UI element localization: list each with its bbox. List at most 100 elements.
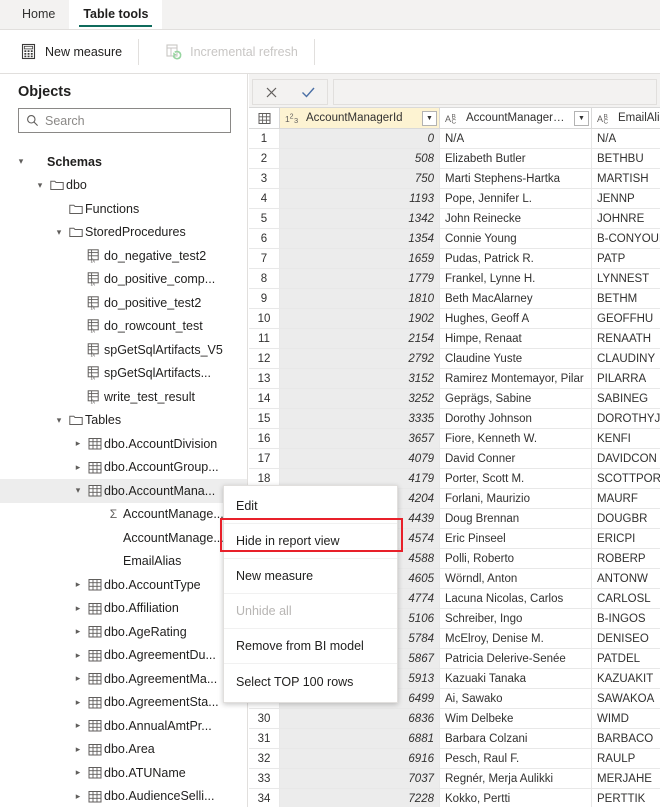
column-filter-button-accountmanagername[interactable]: ▼ bbox=[574, 110, 589, 126]
cell-accountmanagername[interactable]: Frankel, Lynne H. bbox=[440, 269, 592, 288]
tree-item-do-positive-comp[interactable]: fx do_positive_comp... bbox=[0, 268, 247, 292]
cell-emailalias[interactable]: CARLOSL bbox=[592, 589, 660, 608]
formula-input[interactable] bbox=[333, 79, 657, 105]
cell-emailalias[interactable]: SABINEG bbox=[592, 389, 660, 408]
tree-item-dbo-audienceselli[interactable]: ▸ dbo.AudienceSelli... bbox=[0, 785, 247, 807]
cell-accountmanagername[interactable]: Pudas, Patrick R. bbox=[440, 249, 592, 268]
tree-item-dbo-accountmana[interactable]: ▾ dbo.AccountMana... bbox=[0, 479, 247, 503]
cell-emailalias[interactable]: MARTISH bbox=[592, 169, 660, 188]
tree-item-dbo-affiliation[interactable]: ▸ dbo.Affiliation bbox=[0, 597, 247, 621]
cell-accountmanagerid[interactable]: 4079 bbox=[280, 449, 440, 468]
table-row[interactable]: 5 1342 John Reinecke JOHNRE bbox=[249, 209, 660, 229]
cell-accountmanagername[interactable]: Elizabeth Butler bbox=[440, 149, 592, 168]
cell-emailalias[interactable]: JENNP bbox=[592, 189, 660, 208]
cell-emailalias[interactable]: PATDEL bbox=[592, 649, 660, 668]
cell-accountmanagername[interactable]: Wörndl, Anton bbox=[440, 569, 592, 588]
cell-emailalias[interactable]: DAVIDCON bbox=[592, 449, 660, 468]
table-row[interactable]: 14 3252 Geprägs, Sabine SABINEG bbox=[249, 389, 660, 409]
table-row[interactable]: 10 1902 Hughes, Geoff A GEOFFHU bbox=[249, 309, 660, 329]
cell-accountmanagername[interactable]: Wim Delbeke bbox=[440, 709, 592, 728]
cell-emailalias[interactable]: KAZUAKIT bbox=[592, 669, 660, 688]
cell-accountmanagername[interactable]: Connie Young bbox=[440, 229, 592, 248]
tree-item-spgetsqlartifacts[interactable]: fx spGetSqlArtifacts... bbox=[0, 362, 247, 386]
cell-accountmanagerid[interactable]: 7037 bbox=[280, 769, 440, 788]
cell-accountmanagerid[interactable]: 7228 bbox=[280, 789, 440, 807]
context-menu-item-hide-in-report-view[interactable]: Hide in report view bbox=[224, 524, 397, 559]
cell-accountmanagername[interactable]: Marti Stephens-Hartka bbox=[440, 169, 592, 188]
cell-accountmanagerid[interactable]: 3657 bbox=[280, 429, 440, 448]
cell-accountmanagername[interactable]: McElroy, Denise M. bbox=[440, 629, 592, 648]
cell-accountmanagerid[interactable]: 3252 bbox=[280, 389, 440, 408]
tree-item-chevron[interactable]: ▸ bbox=[71, 627, 85, 636]
cell-accountmanagername[interactable]: Porter, Scott M. bbox=[440, 469, 592, 488]
cell-accountmanagername[interactable]: Hughes, Geoff A bbox=[440, 309, 592, 328]
cell-accountmanagername[interactable]: Lacuna Nicolas, Carlos bbox=[440, 589, 592, 608]
table-row[interactable]: 11 2154 Himpe, Renaat RENAATH bbox=[249, 329, 660, 349]
column-header-emailalias[interactable]: A B C EmailAlias ▼ bbox=[592, 108, 660, 128]
tree-item-chevron[interactable]: ▸ bbox=[71, 603, 85, 613]
cell-accountmanagername[interactable]: John Reinecke bbox=[440, 209, 592, 228]
tree-item-dbo-agreementma[interactable]: ▸ dbo.AgreementMa... bbox=[0, 667, 247, 691]
incremental-refresh-button[interactable]: Incremental refresh bbox=[155, 37, 308, 67]
cell-accountmanagername[interactable]: Claudine Yuste bbox=[440, 349, 592, 368]
tree-item-chevron[interactable]: ▸ bbox=[71, 674, 85, 683]
cell-emailalias[interactable]: MAURF bbox=[592, 489, 660, 508]
cell-emailalias[interactable]: LYNNEST bbox=[592, 269, 660, 288]
table-row[interactable]: 8 1779 Frankel, Lynne H. LYNNEST bbox=[249, 269, 660, 289]
tree-item-chevron[interactable]: ▾ bbox=[52, 227, 66, 237]
cell-emailalias[interactable]: SCOTTPOR bbox=[592, 469, 660, 488]
cell-emailalias[interactable]: WIMD bbox=[592, 709, 660, 728]
cell-accountmanagerid[interactable]: 1659 bbox=[280, 249, 440, 268]
cell-accountmanagername[interactable]: Polli, Roberto bbox=[440, 549, 592, 568]
ribbon-tab-table-tools[interactable]: Table tools bbox=[69, 0, 163, 29]
cell-accountmanagername[interactable]: Ramirez Montemayor, Pilar bbox=[440, 369, 592, 388]
table-row[interactable]: 12 2792 Claudine Yuste CLAUDINY bbox=[249, 349, 660, 369]
cell-accountmanagerid[interactable]: 3335 bbox=[280, 409, 440, 428]
tree-item-dbo-agreementdu[interactable]: ▸ dbo.AgreementDu... bbox=[0, 644, 247, 668]
tree-item-chevron[interactable]: ▸ bbox=[71, 721, 85, 730]
cell-accountmanagerid[interactable]: 750 bbox=[280, 169, 440, 188]
tree-item-dbo-area[interactable]: ▸ dbo.Area bbox=[0, 738, 247, 762]
tree-item-chevron[interactable]: ▸ bbox=[71, 462, 85, 472]
cell-emailalias[interactable]: DOUGBR bbox=[592, 509, 660, 528]
cell-accountmanagername[interactable]: Dorothy Johnson bbox=[440, 409, 592, 428]
cell-emailalias[interactable]: ROBERP bbox=[592, 549, 660, 568]
cell-emailalias[interactable]: PATP bbox=[592, 249, 660, 268]
cell-accountmanagerid[interactable]: 1810 bbox=[280, 289, 440, 308]
cell-accountmanagerid[interactable]: 1342 bbox=[280, 209, 440, 228]
tree-item-chevron[interactable]: ▾ bbox=[14, 157, 28, 166]
cell-accountmanagerid[interactable]: 508 bbox=[280, 149, 440, 168]
cell-emailalias[interactable]: SAWAKOA bbox=[592, 689, 660, 708]
cell-emailalias[interactable]: ANTONW bbox=[592, 569, 660, 588]
cell-emailalias[interactable]: RENAATH bbox=[592, 329, 660, 348]
cell-accountmanagername[interactable]: Himpe, Renaat bbox=[440, 329, 592, 348]
cell-accountmanagerid[interactable]: 3152 bbox=[280, 369, 440, 388]
tree-item-dbo-accounttype[interactable]: ▸ dbo.AccountType bbox=[0, 573, 247, 597]
table-row[interactable]: 16 3657 Fiore, Kenneth W. KENFI bbox=[249, 429, 660, 449]
select-all-corner-button[interactable] bbox=[249, 108, 280, 128]
cell-emailalias[interactable]: GEOFFHU bbox=[592, 309, 660, 328]
cell-accountmanagername[interactable]: Ai, Sawako bbox=[440, 689, 592, 708]
cell-accountmanagername[interactable]: Pesch, Raul F. bbox=[440, 749, 592, 768]
tree-item-chevron[interactable]: ▸ bbox=[71, 768, 85, 777]
cell-emailalias[interactable]: CLAUDINY bbox=[592, 349, 660, 368]
table-row[interactable]: 7 1659 Pudas, Patrick R. PATP bbox=[249, 249, 660, 269]
tree-item-chevron[interactable]: ▾ bbox=[52, 415, 66, 425]
tree-item-dbo[interactable]: ▾ dbo bbox=[0, 174, 247, 198]
context-menu-item-remove-from-bi-model[interactable]: Remove from BI model bbox=[224, 629, 397, 664]
tree-item-storedprocedures[interactable]: ▾ StoredProcedures bbox=[0, 221, 247, 245]
cell-accountmanagername[interactable]: Regnér, Merja Aulikki bbox=[440, 769, 592, 788]
cell-emailalias[interactable]: BARBACO bbox=[592, 729, 660, 748]
tree-item-chevron[interactable]: ▸ bbox=[71, 791, 85, 801]
cell-accountmanagername[interactable]: Kazuaki Tanaka bbox=[440, 669, 592, 688]
cell-accountmanagername[interactable]: Patricia Delerive-Senée bbox=[440, 649, 592, 668]
checkmark-icon[interactable] bbox=[301, 86, 316, 99]
column-filter-button-accountmanagerid[interactable]: ▼ bbox=[422, 110, 437, 126]
cell-accountmanagername[interactable]: Pope, Jennifer L. bbox=[440, 189, 592, 208]
tree-item-chevron[interactable]: ▾ bbox=[33, 180, 47, 190]
cell-emailalias[interactable]: B-INGOS bbox=[592, 609, 660, 628]
tree-item-do-rowcount-test[interactable]: fx do_rowcount_test bbox=[0, 315, 247, 339]
cell-accountmanagername[interactable]: Schreiber, Ingo bbox=[440, 609, 592, 628]
cell-accountmanagername[interactable]: Geprägs, Sabine bbox=[440, 389, 592, 408]
cell-emailalias[interactable]: JOHNRE bbox=[592, 209, 660, 228]
